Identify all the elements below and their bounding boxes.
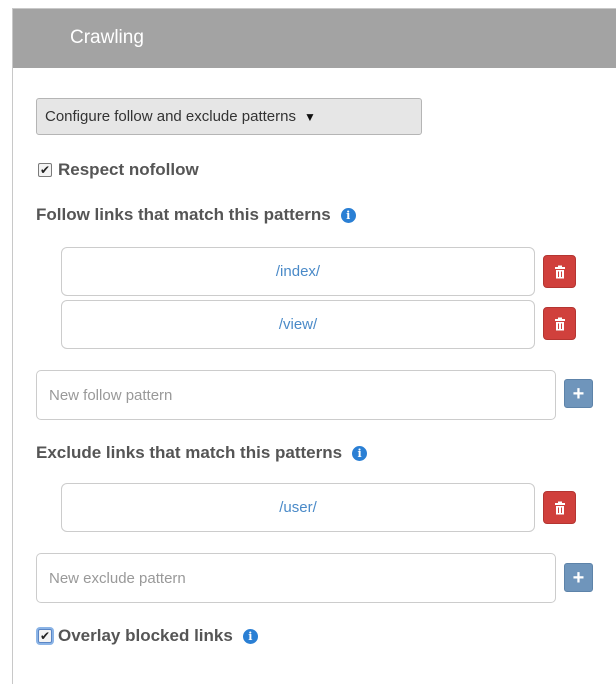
exclude-pattern-text: /user/: [279, 499, 317, 516]
new-follow-pattern-input[interactable]: [36, 370, 556, 420]
delete-follow-pattern-button[interactable]: [543, 255, 576, 288]
trash-icon: [554, 265, 565, 278]
plus-icon: +: [572, 566, 585, 589]
overlay-blocked-label: Overlay blocked links: [58, 626, 233, 645]
info-icon[interactable]: i: [242, 628, 258, 644]
overlay-blocked-row: ✔ Overlay blocked links i: [38, 626, 258, 646]
follow-pattern-text: /view/: [278, 316, 318, 333]
info-icon[interactable]: i: [352, 445, 368, 461]
delete-exclude-pattern-button[interactable]: [543, 491, 576, 524]
overlay-blocked-checkbox[interactable]: ✔: [38, 629, 52, 643]
crawling-panel: Crawling Configure follow and exclude pa…: [12, 8, 616, 684]
plus-icon: +: [572, 382, 585, 405]
panel-title: Crawling: [70, 27, 144, 48]
checkmark-icon: ✔: [39, 629, 51, 643]
delete-follow-pattern-button[interactable]: [543, 307, 576, 340]
trash-icon: [554, 501, 565, 514]
follow-heading-text: Follow links that match this patterns: [36, 205, 331, 224]
add-follow-pattern-button[interactable]: +: [564, 379, 593, 408]
respect-nofollow-row: ✔ Respect nofollow: [38, 160, 199, 180]
panel-header: Crawling: [13, 9, 616, 68]
follow-pattern-text: /index/: [275, 263, 321, 280]
dropdown-selected-value: Configure follow and exclude patterns: [45, 108, 296, 125]
respect-nofollow-checkbox[interactable]: ✔: [38, 163, 52, 177]
add-exclude-pattern-button[interactable]: +: [564, 563, 593, 592]
follow-pattern-item[interactable]: /view/: [61, 300, 535, 349]
exclude-heading: Exclude links that match this patterns i: [36, 443, 368, 463]
pattern-config-dropdown[interactable]: Configure follow and exclude patterns ▼: [36, 98, 422, 135]
follow-pattern-item[interactable]: /index/: [61, 247, 535, 296]
follow-heading: Follow links that match this patterns i: [36, 205, 356, 225]
trash-icon: [554, 317, 565, 330]
new-exclude-pattern-input[interactable]: [36, 553, 556, 603]
exclude-pattern-item[interactable]: /user/: [61, 483, 535, 532]
checkmark-icon: ✔: [39, 163, 51, 177]
exclude-heading-text: Exclude links that match this patterns: [36, 443, 343, 462]
caret-down-icon: ▼: [304, 110, 316, 124]
respect-nofollow-label: Respect nofollow: [58, 160, 199, 179]
info-icon[interactable]: i: [340, 207, 356, 223]
